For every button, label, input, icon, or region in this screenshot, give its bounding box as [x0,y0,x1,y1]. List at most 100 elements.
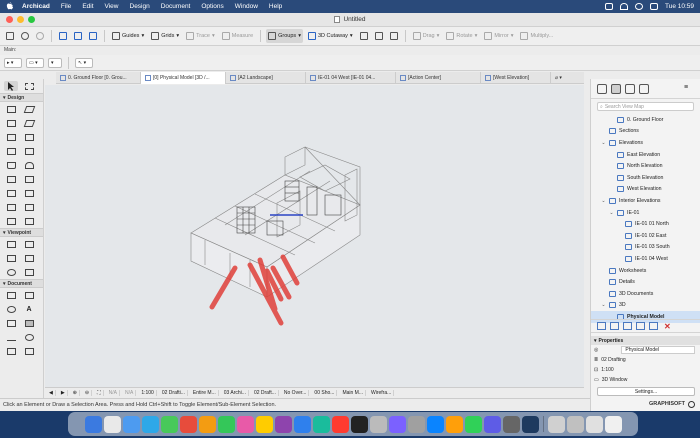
wifi-icon[interactable] [619,3,628,10]
interior-elevation-tool[interactable] [4,253,18,263]
project-map-button[interactable] [597,83,607,94]
line-tool[interactable] [4,332,18,342]
apple-icon[interactable] [6,2,14,11]
view-settings-icon[interactable] [636,322,645,330]
chevron-down-icon[interactable]: ⌄ [609,210,614,216]
lamp-tool[interactable] [4,216,18,226]
beam-tool[interactable] [4,118,18,128]
slab-tool[interactable] [22,118,36,128]
guides-button[interactable]: Guides ▾ [110,29,146,43]
view-map-item[interactable]: Worksheets [591,265,700,277]
save-view-icon[interactable] [623,322,632,330]
skylight-tool[interactable] [4,174,18,184]
arc-tool[interactable] [22,332,36,342]
view-name-field[interactable]: Physical Model [621,346,696,354]
section-tool[interactable] [4,239,18,249]
view-map-item[interactable]: ⌄ Interior Elevations [591,195,700,207]
undo-button[interactable] [19,29,31,43]
dock-maps-icon[interactable] [160,415,178,433]
properties-header[interactable]: ▾ Properties [591,336,700,345]
elevation-tool[interactable] [22,239,36,249]
pick-up-button[interactable] [57,29,69,43]
fit-in-window-button[interactable]: ⛶ [95,390,104,396]
back-button[interactable]: ◀ [47,390,56,396]
mirror-button[interactable]: Mirror ▾ [482,29,515,43]
change-tool[interactable] [22,267,36,277]
tab-west-elevation[interactable]: [West Elevation] [481,71,551,84]
dock-facetime2-icon[interactable] [464,415,482,433]
curtain-wall-tool[interactable] [22,174,36,184]
menu-design[interactable]: Design [130,3,150,10]
morph-tool[interactable] [4,188,18,198]
roof-tool[interactable] [4,160,18,170]
battery-icon[interactable] [604,3,613,10]
adjust-button[interactable] [373,29,385,43]
trim-button[interactable] [388,29,400,43]
rotate-3d-button[interactable] [358,29,370,43]
chevron-down-icon[interactable]: ⌄ [601,198,606,204]
dock-facetime-icon[interactable] [217,415,235,433]
tab-action-center[interactable]: [Action Center] [396,71,481,84]
zoom-in-button[interactable]: ⊕ [71,390,80,396]
zone-tool[interactable] [4,202,18,212]
view-map-item[interactable]: North Elevation [591,160,700,172]
viewpoint-section-header[interactable]: ▾ Viewpoint [0,228,43,237]
view-map-item[interactable]: IE-01 04 West [591,253,700,265]
3d-viewport[interactable] [45,85,584,387]
model-view-select[interactable]: Entire M... [191,390,219,396]
dock-podcasts-icon[interactable] [274,415,292,433]
dock-keynote-icon[interactable] [483,415,501,433]
dock-trash-icon[interactable] [604,415,622,433]
dock-archicad-icon[interactable] [388,415,406,433]
dock-pages-icon[interactable] [445,415,463,433]
chevron-down-icon[interactable]: ⌄ [601,140,606,146]
tab-physical-model[interactable]: [0] Physical Model [3D /... [141,71,226,84]
renovation-filter-select[interactable]: 00 Sho... [312,390,338,396]
dock-safari-icon[interactable] [122,415,140,433]
radial-dimension-tool[interactable] [4,304,18,314]
view-map-item[interactable]: IE-01 02 East [591,230,700,242]
dock-notes-icon[interactable] [255,415,273,433]
menu-help[interactable]: Help [269,3,282,10]
tab-ground-floor[interactable]: 0. Ground Floor [0. Grou... [56,71,141,84]
dock-numbers-icon[interactable] [312,415,330,433]
trace-button[interactable]: Trace ▾ [184,29,217,43]
info-box-pointer[interactable]: ↖ ▾ [75,57,93,68]
marquee-tool[interactable] [22,81,36,91]
grids-button[interactable]: Grids ▾ [149,29,181,43]
menu-options[interactable]: Options [201,3,223,10]
new-folder-icon[interactable] [597,322,606,330]
wall-tool[interactable] [4,104,18,114]
view-map-item[interactable]: IE-01 01 North [591,218,700,230]
opening-tool[interactable] [22,216,36,226]
measure-button[interactable]: Measure [220,29,255,43]
search-icon[interactable] [634,3,643,10]
3d-style-select[interactable]: Wirefra... [369,390,395,396]
fill-tool[interactable] [22,318,36,328]
view-map-item[interactable]: South Elevation [591,172,700,184]
info-box-arrow-select[interactable]: ▸ ▾ [4,57,22,68]
close-window-button[interactable] [6,16,13,23]
info-box-selection-method[interactable]: ▾ [48,57,62,68]
dock-documents-icon[interactable] [585,415,603,433]
dock-terminal-icon[interactable] [502,415,520,433]
drag-button[interactable]: Drag ▾ [411,29,442,43]
navigator-menu-button[interactable]: ≡ [684,84,694,94]
view-map-item[interactable]: 0. Ground Floor [591,114,700,126]
view-map-item[interactable]: 3D Documents [591,288,700,300]
scale-select[interactable]: 1:100 [139,390,157,396]
dock-settings-icon[interactable] [369,415,387,433]
shell-tool[interactable] [22,160,36,170]
magic-wand-button[interactable] [72,29,84,43]
graphic-override-select[interactable]: No Over... [282,390,310,396]
door-tool[interactable] [4,132,18,142]
control-center-icon[interactable] [649,3,658,10]
dock-tv-icon[interactable] [350,415,368,433]
dock-photos-icon[interactable] [179,415,197,433]
menu-edit[interactable]: Edit [82,3,93,10]
dock-contacts-icon[interactable] [198,415,216,433]
groups-button[interactable]: Groups ▾ [266,29,303,43]
dock-downloads-icon[interactable] [566,415,584,433]
dock-folder-icon[interactable] [547,415,565,433]
view-map-item[interactable]: IE-01 03 South [591,242,700,254]
